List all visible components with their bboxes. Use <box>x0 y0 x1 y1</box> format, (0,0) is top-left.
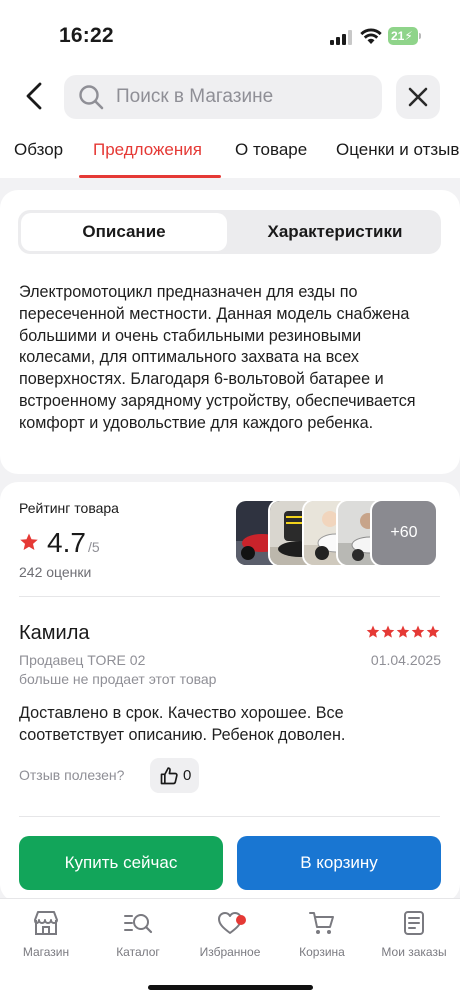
nav-label: Избранное <box>199 945 261 959</box>
star-icon <box>381 625 395 638</box>
tab-offers[interactable]: Предложения <box>93 140 202 160</box>
header: Обзор Предложения О товаре Оценки и отзы… <box>0 70 460 178</box>
description-card: Описание Характеристики Электромотоцикл … <box>0 190 460 474</box>
battery-icon: 21⚡ <box>388 27 421 45</box>
nav-my-orders[interactable]: Мои заказы <box>368 909 460 959</box>
nav-catalog[interactable]: Каталог <box>92 909 184 959</box>
star-icon <box>396 625 410 638</box>
divider <box>19 816 440 817</box>
close-button[interactable] <box>396 75 440 119</box>
description-text: Электромотоцикл предназначен для езды по… <box>19 283 416 432</box>
tab-bar: Обзор Предложения О товаре Оценки и отзы… <box>0 132 460 178</box>
tab-about-product[interactable]: О товаре <box>235 140 307 160</box>
nav-store[interactable]: Магазин <box>0 909 92 959</box>
nav-label: Корзина <box>299 945 345 959</box>
cart-icon <box>309 912 334 934</box>
star-icon <box>366 625 380 638</box>
segmented-control: Описание Характеристики <box>18 210 441 254</box>
rating-max: /5 <box>87 539 100 555</box>
review-seller: Продавец TORE 02 <box>19 652 146 668</box>
notification-dot <box>236 915 246 925</box>
wifi-icon <box>360 28 382 44</box>
rating-label: Рейтинг товара <box>19 500 119 516</box>
orders-icon <box>404 911 424 935</box>
rating-summary: 4.7 /5 <box>19 524 100 558</box>
close-icon <box>408 87 428 107</box>
segment-description[interactable]: Описание <box>21 213 227 251</box>
thumbs-up-icon <box>160 766 178 784</box>
nav-favorites[interactable]: Избранное <box>184 909 276 959</box>
buy-now-button[interactable]: Купить сейчас <box>19 836 223 890</box>
review-stars <box>366 625 440 638</box>
back-button[interactable] <box>16 76 52 116</box>
review-author: Камила <box>19 622 90 644</box>
tab-overview[interactable]: Обзор <box>14 140 63 160</box>
nav-label: Мои заказы <box>381 945 447 959</box>
active-tab-indicator <box>79 175 221 178</box>
nav-label: Каталог <box>116 945 160 959</box>
helpful-label: Отзыв полезен? <box>19 767 125 783</box>
catalog-search-icon <box>124 914 153 934</box>
rating-count: 242 оценки <box>19 564 92 580</box>
home-indicator[interactable] <box>148 985 313 990</box>
add-to-cart-button[interactable]: В корзину <box>237 836 441 890</box>
nav-cart[interactable]: Корзина <box>276 909 368 959</box>
search-box[interactable] <box>64 75 382 119</box>
search-icon <box>79 85 104 110</box>
status-time: 16:22 <box>59 24 114 47</box>
tab-ratings-reviews[interactable]: Оценки и отзывы <box>336 140 460 160</box>
battery-level: 21 <box>391 29 405 43</box>
segment-specifications[interactable]: Характеристики <box>232 213 438 251</box>
star-icon <box>20 533 38 550</box>
seller-note: больше не продает этот товар <box>19 671 217 687</box>
more-photos-count: +60 <box>390 524 418 541</box>
more-photos-button[interactable]: +60 <box>370 499 438 567</box>
helpful-like-button[interactable]: 0 <box>150 758 199 793</box>
nav-label: Магазин <box>22 945 70 959</box>
review-date: 01.04.2025 <box>370 652 441 668</box>
search-input[interactable] <box>116 86 366 108</box>
review-text: Доставлено в срок. Качество хорошее. Все… <box>19 704 346 744</box>
review-photos: +60 <box>234 499 440 567</box>
divider <box>19 596 440 597</box>
store-icon <box>34 911 58 935</box>
rating-value: 4.7 <box>47 527 86 558</box>
status-bar: 16:22 21⚡ <box>0 0 460 70</box>
like-count: 0 <box>183 767 192 784</box>
chevron-left-icon <box>26 82 42 110</box>
star-icon <box>426 625 440 638</box>
star-icon <box>411 625 425 638</box>
signal-icon <box>330 30 352 45</box>
